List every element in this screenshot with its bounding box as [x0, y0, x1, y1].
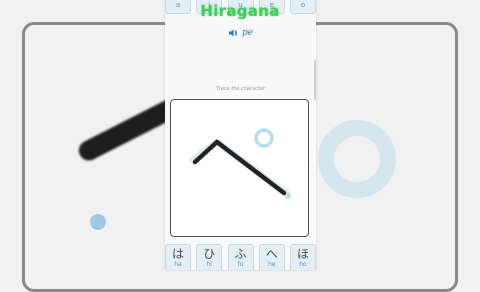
kana-char: ふ [234, 247, 247, 261]
app-screen: a i u e o pe Trace the character は ha ひ … [165, 0, 316, 270]
end-point-dot [285, 193, 291, 199]
tracing-canvas[interactable] [170, 99, 309, 237]
kana-romaji: hi [206, 261, 212, 268]
kana-row-bottom: は ha ひ hi ふ fu へ he ほ ho [165, 244, 316, 270]
background-guide-ring [318, 120, 396, 198]
kana-romaji: ho [299, 261, 307, 268]
kana-romaji: ha [174, 261, 182, 268]
audio-button[interactable]: pe [165, 26, 316, 40]
speaker-icon [228, 29, 238, 37]
scrollbar[interactable] [314, 60, 316, 100]
app-title: Hiragana [200, 2, 280, 20]
background-guide-dot [90, 214, 106, 230]
kana-char: は [171, 247, 184, 261]
romaji-label: pe [241, 28, 254, 38]
kana-char: ひ [203, 247, 216, 261]
kana-char: ほ [296, 247, 309, 261]
instruction-text: Trace the character [216, 86, 265, 92]
kana-char: へ [265, 247, 278, 261]
kana-cell-ha[interactable]: は ha [165, 244, 191, 270]
kana-romaji: fu [237, 261, 244, 268]
kana-cell-fu[interactable]: ふ fu [227, 244, 254, 270]
tracing-drawing [189, 128, 291, 199]
kana-cell-hi[interactable]: ひ hi [196, 244, 223, 270]
traced-stroke [192, 139, 287, 196]
kana-cell-he[interactable]: へ he [258, 244, 285, 270]
kana-cell-ho[interactable]: ほ ho [290, 244, 316, 270]
start-point-ring [254, 128, 274, 148]
kana-romaji: he [268, 261, 276, 268]
